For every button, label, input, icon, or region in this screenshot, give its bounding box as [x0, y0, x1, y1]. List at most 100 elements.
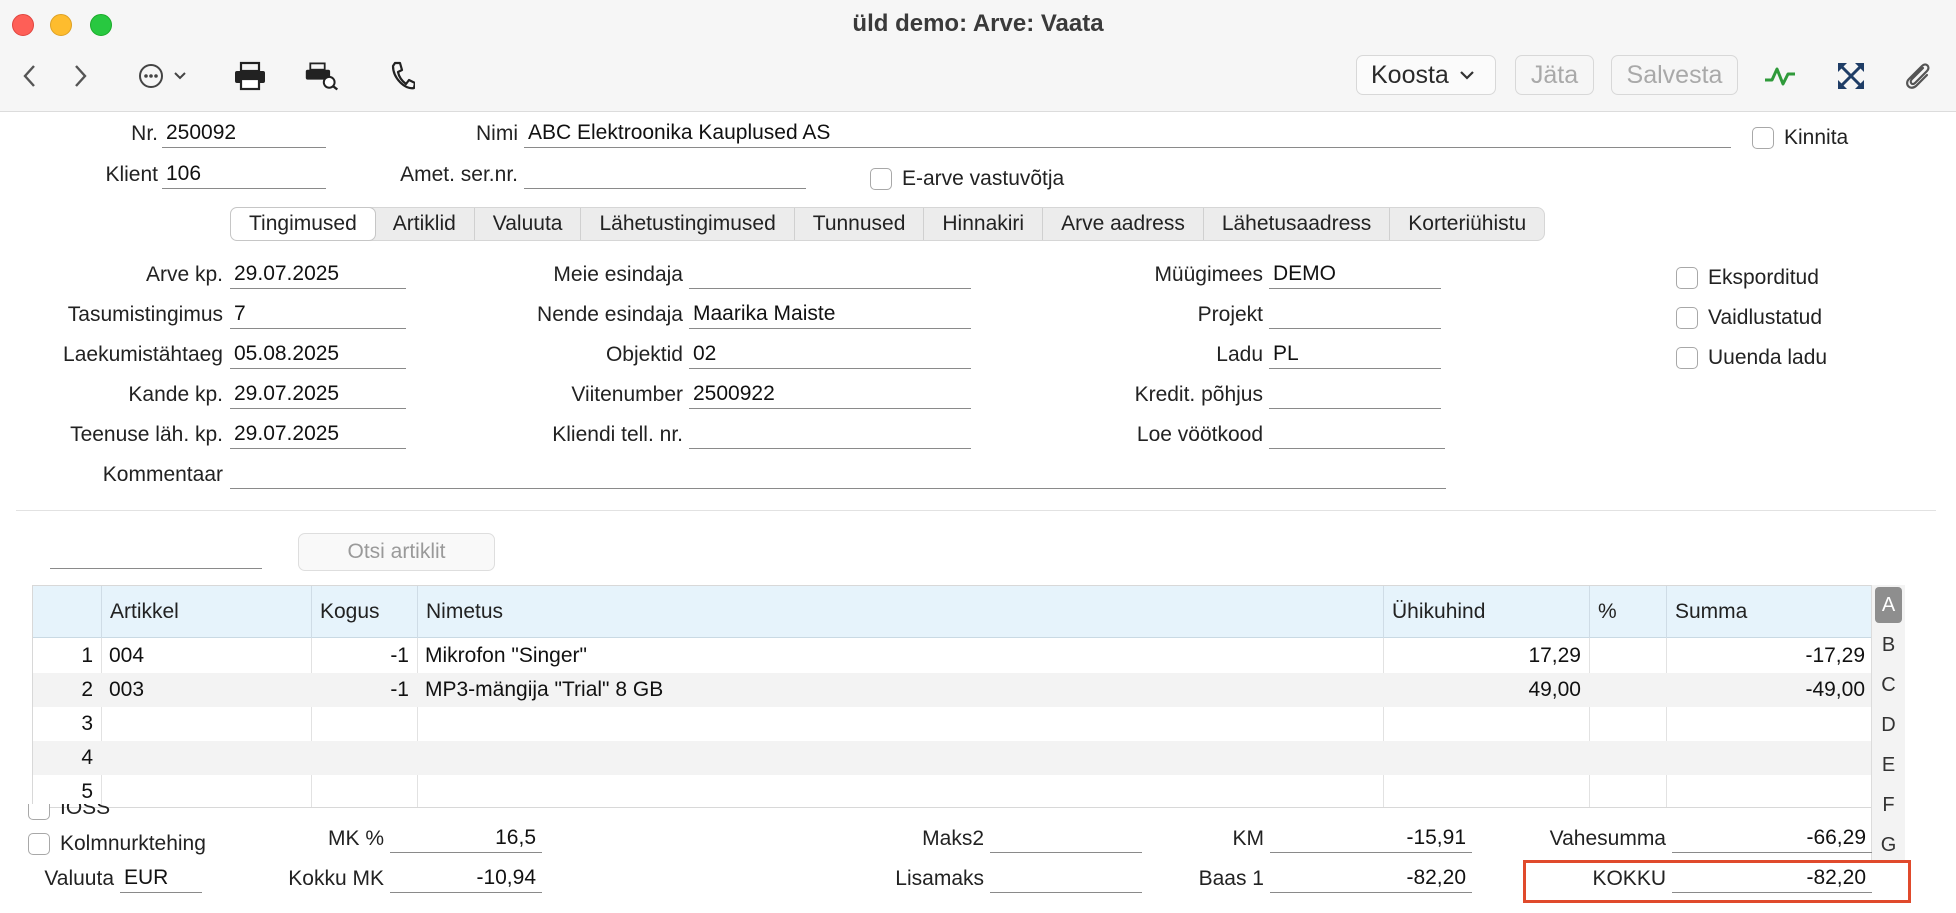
cell-artikkel[interactable]: 003 [101, 673, 311, 707]
tab-tingimused[interactable]: Tingimused [230, 207, 376, 241]
window-toolbar: üld demo: Arve: Vaata Koosta Jäta Salves… [0, 0, 1956, 112]
meie-esindaja-field[interactable] [689, 261, 971, 289]
kredit-pohjus-label: Kredit. põhjus [1134, 383, 1263, 406]
column-header-percent[interactable]: % [1589, 586, 1666, 638]
ladu-field[interactable]: PL [1269, 341, 1441, 369]
back-arrow-icon[interactable] [12, 58, 48, 94]
jata-button[interactable]: Jäta [1515, 55, 1594, 95]
cell-percent[interactable] [1589, 673, 1666, 707]
kommentaar-label: Kommentaar [102, 463, 223, 486]
column-header-kogus[interactable]: Kogus [311, 586, 417, 638]
table-row[interactable]: 2 003 -1 MP3-mängija "Trial" 8 GB 49,00 … [33, 673, 1871, 707]
laekumistahtaeg-field[interactable]: 05.08.2025 [230, 341, 406, 369]
koosta-label: Koosta [1371, 60, 1449, 89]
arve-kp-label: Arve kp. [145, 263, 223, 286]
amet-field[interactable] [524, 161, 806, 189]
otsi-artiklit-button[interactable]: Otsi artiklit [298, 533, 495, 571]
checkbox-box [870, 168, 892, 190]
tab-lahetustingimused[interactable]: Lähetustingimused [581, 208, 795, 240]
tab-artiklid[interactable]: Artiklid [375, 208, 475, 240]
tab-tunnused[interactable]: Tunnused [795, 208, 925, 240]
letter-index-item[interactable]: C [1872, 665, 1905, 705]
tab-valuuta[interactable]: Valuuta [475, 208, 582, 240]
tab-arve-aadress[interactable]: Arve aadress [1043, 208, 1204, 240]
km-field[interactable]: -15,91 [1270, 825, 1472, 853]
loe-vootkood-label: Loe vöötkood [1136, 423, 1263, 446]
letter-index-item[interactable]: F [1872, 785, 1905, 825]
cell-kogus[interactable]: -1 [311, 673, 417, 707]
column-header-summa[interactable]: Summa [1666, 586, 1871, 638]
tab-hinnakiri[interactable]: Hinnakiri [924, 208, 1044, 240]
kande-kp-field[interactable]: 29.07.2025 [230, 381, 406, 409]
klient-field[interactable]: 106 [162, 161, 326, 189]
mk-percent-field[interactable]: 16,5 [390, 825, 542, 853]
cell-kogus[interactable]: -1 [311, 639, 417, 673]
table-row[interactable]: 1 004 -1 Mikrofon "Singer" 17,29 -17,29 [33, 639, 1871, 673]
print-preview-icon[interactable] [304, 58, 340, 94]
tasumistingimus-field[interactable]: 7 [230, 301, 406, 329]
column-header-nimetus[interactable]: Nimetus [417, 586, 1383, 638]
teenuse-kp-field[interactable]: 29.07.2025 [230, 421, 406, 449]
cell-percent[interactable] [1589, 639, 1666, 673]
nr-field[interactable]: 250092 [162, 120, 326, 148]
nimi-field[interactable]: ABC Elektroonika Kauplused AS [524, 120, 1731, 148]
letter-index-item[interactable]: B [1872, 625, 1905, 665]
cell-summa[interactable]: -17,29 [1666, 639, 1871, 673]
kinnita-checkbox[interactable]: Kinnita [1752, 126, 1848, 150]
projekt-field[interactable] [1269, 301, 1441, 329]
cell-summa[interactable]: -49,00 [1666, 673, 1871, 707]
salvesta-button[interactable]: Salvesta [1611, 55, 1738, 95]
earve-checkbox[interactable]: E-arve vastuvõtja [870, 167, 1064, 191]
arve-kp-field[interactable]: 29.07.2025 [230, 261, 406, 289]
table-row[interactable]: 5 [33, 775, 1871, 807]
cell-nimetus[interactable]: Mikrofon "Singer" [417, 639, 1383, 673]
km-label: KM [1232, 827, 1265, 850]
ioss-checkbox[interactable]: IOSS [28, 804, 110, 820]
fullscreen-icon[interactable] [1833, 58, 1869, 94]
kommentaar-field[interactable] [230, 461, 1446, 489]
muugimees-field[interactable]: DEMO [1269, 261, 1441, 289]
loe-vootkood-field[interactable] [1269, 421, 1445, 449]
tab-korteriuhistu[interactable]: Korteriühistu [1390, 208, 1544, 240]
kolmnurktehing-checkbox[interactable]: Kolmnurktehing [28, 832, 206, 856]
vahesumma-field[interactable]: -66,29 [1672, 825, 1872, 853]
article-search-input[interactable] [50, 541, 262, 569]
objektid-field[interactable]: 02 [689, 341, 971, 369]
maks2-field[interactable] [990, 825, 1142, 853]
table-row[interactable]: 4 [33, 741, 1871, 775]
letter-index-item[interactable]: D [1872, 705, 1905, 745]
kredit-pohjus-field[interactable] [1269, 381, 1441, 409]
cell-nimetus[interactable]: MP3-mängija "Trial" 8 GB [417, 673, 1383, 707]
nende-esindaja-field[interactable]: Maarika Maiste [689, 301, 971, 329]
uuenda-ladu-checkbox[interactable]: Uuenda ladu [1676, 346, 1827, 370]
kokku-mk-field[interactable]: -10,94 [390, 865, 542, 893]
letter-index-item[interactable]: A [1875, 587, 1902, 623]
cell-uhikuhind[interactable]: 17,29 [1383, 639, 1589, 673]
forward-arrow-icon[interactable] [62, 58, 98, 94]
tab-lahetusaadress[interactable]: Lähetusaadress [1204, 208, 1391, 240]
viitenumber-field[interactable]: 2500922 [689, 381, 971, 409]
invoice-window: üld demo: Arve: Vaata Koosta Jäta Salves… [0, 0, 1956, 913]
activity-icon[interactable] [1762, 58, 1798, 94]
valuuta-field[interactable]: EUR [120, 865, 202, 893]
cell-artikkel[interactable]: 004 [101, 639, 311, 673]
lisamaks-field[interactable] [990, 865, 1142, 893]
kinnita-label: Kinnita [1784, 126, 1849, 149]
vaidlustatud-checkbox[interactable]: Vaidlustatud [1676, 306, 1822, 330]
print-icon[interactable] [232, 58, 268, 94]
more-actions-icon[interactable] [134, 58, 196, 94]
baas1-field[interactable]: -82,20 [1270, 865, 1472, 893]
column-header-uhikuhind[interactable]: Ühikuhind [1383, 586, 1589, 638]
column-header-artikkel[interactable]: Artikkel [101, 586, 311, 638]
koosta-dropdown-button[interactable]: Koosta [1356, 55, 1496, 95]
letter-index: A B C D E F G [1871, 585, 1905, 861]
cell-uhikuhind[interactable]: 49,00 [1383, 673, 1589, 707]
kliendi-tell-field[interactable] [689, 421, 971, 449]
letter-index-item[interactable]: E [1872, 745, 1905, 785]
paperclip-icon[interactable] [1900, 58, 1936, 94]
letter-index-item[interactable]: G [1872, 825, 1905, 865]
phone-icon[interactable] [384, 58, 420, 94]
eksporditud-checkbox[interactable]: Eksporditud [1676, 266, 1819, 290]
teenuse-kp-label: Teenuse läh. kp. [70, 423, 223, 446]
table-row[interactable]: 3 [33, 707, 1871, 741]
